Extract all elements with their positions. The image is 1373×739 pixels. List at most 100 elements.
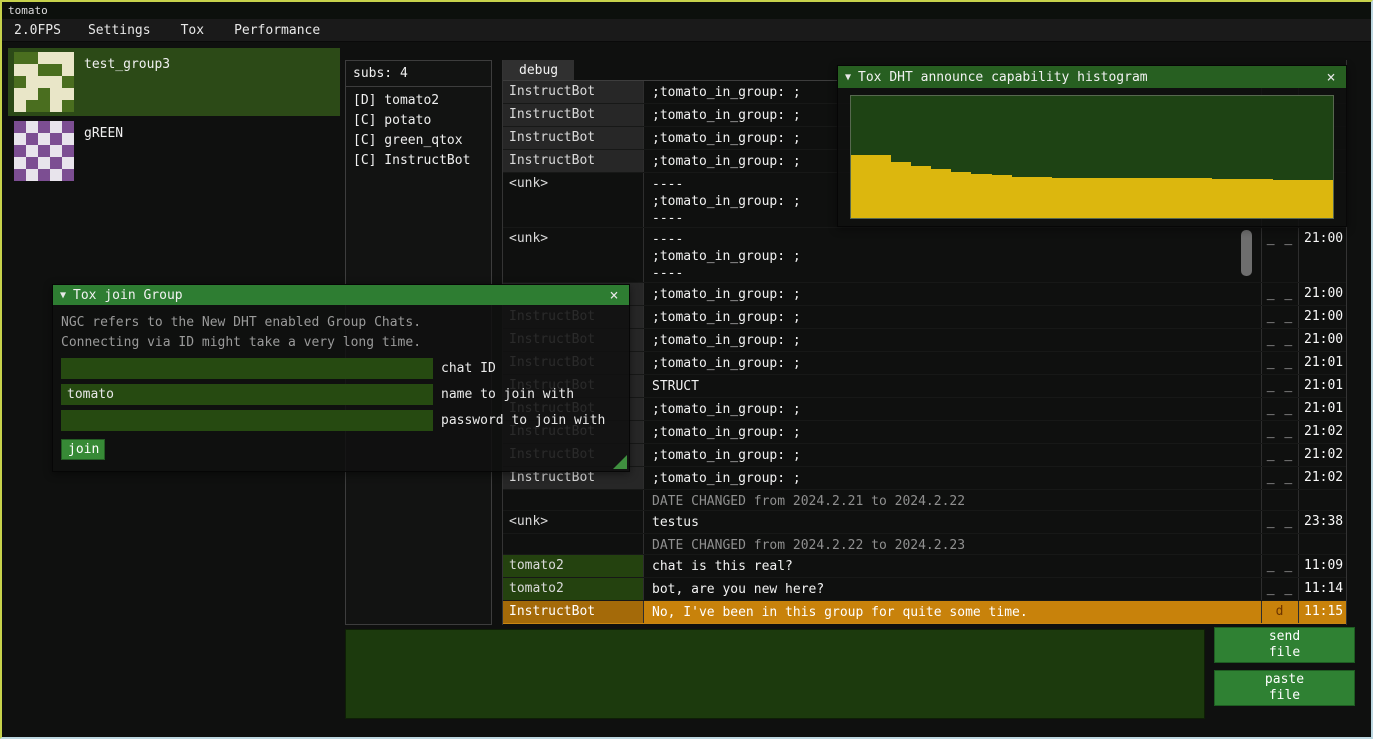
message-flags: _ _	[1261, 375, 1298, 397]
member-item[interactable]: [C] green_qtox	[346, 131, 491, 151]
fps-indicator: 2.0FPS	[2, 23, 73, 38]
menu-item-settings[interactable]: Settings	[73, 19, 166, 42]
avatar-pixel	[38, 121, 50, 133]
sender-name: <unk>	[503, 173, 643, 227]
message-text: ;tomato_in_group: ;	[643, 283, 1261, 305]
sender-name	[503, 490, 643, 510]
subs-header: subs: 4	[346, 61, 491, 86]
field-label: name to join with	[441, 387, 574, 402]
window-titlebar[interactable]: tomato	[2, 2, 1371, 19]
avatar-pixel	[26, 169, 38, 181]
message-text: DATE CHANGED from 2024.2.22 to 2024.2.23	[643, 534, 1261, 554]
resize-grip[interactable]	[613, 455, 627, 469]
avatar-pixel	[26, 100, 38, 112]
message-text: ;tomato_in_group: ;	[643, 421, 1261, 443]
member-item[interactable]: [C] potato	[346, 111, 491, 131]
menu-item-tox[interactable]: Tox	[166, 19, 219, 42]
join-field-row: chat ID	[61, 358, 621, 379]
avatar-pixel	[14, 157, 26, 169]
message-time	[1298, 534, 1346, 554]
avatar-pixel	[38, 157, 50, 169]
message-time: 21:00	[1298, 283, 1346, 305]
avatar-pixel	[50, 52, 62, 64]
group-name: gREEN	[84, 121, 123, 141]
hist-bar	[851, 155, 871, 218]
avatar-pixel	[50, 64, 62, 76]
hist-bar	[1313, 180, 1333, 218]
message-time: 21:00	[1298, 329, 1346, 351]
message-flags: _ _	[1261, 228, 1298, 282]
message-time: 21:02	[1298, 467, 1346, 489]
dht-histogram-titlebar[interactable]: ▼ Tox DHT announce capability histogram …	[838, 66, 1346, 88]
avatar-pixel	[38, 145, 50, 157]
message-text: bot, are you new here?	[643, 578, 1261, 600]
join-field-chat-ID[interactable]	[61, 358, 433, 379]
member-item[interactable]: [D] tomato2	[346, 91, 491, 111]
message-text: STRUCT	[643, 375, 1261, 397]
message-time: 21:02	[1298, 421, 1346, 443]
avatar-pixel	[38, 76, 50, 88]
tab-debug[interactable]: debug	[503, 60, 574, 80]
join-group-window: ▼ Tox join Group × NGC refers to the New…	[52, 284, 630, 472]
avatar-pixel	[62, 169, 74, 181]
collapse-arrow-icon[interactable]: ▼	[845, 72, 851, 83]
message-text: chat is this real?	[643, 555, 1261, 577]
avatar-pixel	[14, 145, 26, 157]
avatar-pixel	[62, 100, 74, 112]
hist-bar	[1192, 178, 1212, 218]
sender-name: InstructBot	[503, 127, 643, 149]
message-time: 21:00	[1298, 228, 1346, 282]
paste-file-button[interactable]: paste file	[1214, 670, 1355, 706]
dht-histogram-title: Tox DHT announce capability histogram	[858, 70, 1148, 85]
join-field-password-to-join-with[interactable]	[61, 410, 433, 431]
avatar-pixel	[14, 121, 26, 133]
message-flags	[1261, 534, 1298, 554]
group-avatar	[14, 121, 74, 181]
dht-histogram-window: ▼ Tox DHT announce capability histogram …	[837, 65, 1347, 227]
join-info-line: Connecting via ID might take a very long…	[61, 333, 621, 353]
avatar-pixel	[14, 52, 26, 64]
message-row: <unk>testus_ _23:38	[503, 511, 1346, 534]
hist-bar	[1293, 180, 1313, 218]
sender-name: tomato2	[503, 555, 643, 577]
group-item-test_group3[interactable]: test_group3	[8, 48, 340, 116]
message-flags: _ _	[1261, 398, 1298, 420]
sender-name: InstructBot	[503, 601, 643, 623]
join-field-name-to-join-with[interactable]	[61, 384, 433, 405]
member-item[interactable]: [C] InstructBot	[346, 151, 491, 171]
message-input[interactable]	[345, 629, 1205, 719]
menu-item-performance[interactable]: Performance	[219, 19, 335, 42]
chat-scrollbar[interactable]	[1241, 230, 1252, 276]
sender-name: <unk>	[503, 228, 643, 282]
hist-bar	[951, 172, 971, 218]
message-flags: _ _	[1261, 511, 1298, 533]
join-button[interactable]: join	[61, 439, 105, 460]
close-icon[interactable]: ×	[1323, 69, 1339, 85]
avatar-pixel	[38, 52, 50, 64]
avatar-pixel	[62, 88, 74, 100]
join-group-titlebar[interactable]: ▼ Tox join Group ×	[53, 285, 629, 305]
message-text: ;tomato_in_group: ;	[643, 467, 1261, 489]
message-time: 21:01	[1298, 398, 1346, 420]
message-flags: _ _	[1261, 352, 1298, 374]
message-time	[1298, 490, 1346, 510]
avatar-pixel	[50, 88, 62, 100]
group-item-green[interactable]: gREEN	[8, 117, 340, 185]
collapse-arrow-icon[interactable]: ▼	[60, 290, 66, 301]
avatar-pixel	[26, 121, 38, 133]
avatar-pixel	[50, 100, 62, 112]
avatar-pixel	[26, 64, 38, 76]
message-row: tomato2chat is this real?_ _11:09	[503, 555, 1346, 578]
message-text: No, I've been in this group for quite so…	[643, 601, 1261, 623]
send-file-button[interactable]: send file	[1214, 627, 1355, 663]
avatar-pixel	[62, 52, 74, 64]
close-icon[interactable]: ×	[606, 287, 622, 303]
avatar-pixel	[38, 169, 50, 181]
join-field-row: name to join with	[61, 384, 621, 405]
message-time: 21:00	[1298, 306, 1346, 328]
join-field-row: password to join with	[61, 410, 621, 431]
avatar-pixel	[26, 145, 38, 157]
message-flags: _ _	[1261, 444, 1298, 466]
system-row: DATE CHANGED from 2024.2.21 to 2024.2.22	[503, 490, 1346, 511]
avatar-pixel	[38, 64, 50, 76]
